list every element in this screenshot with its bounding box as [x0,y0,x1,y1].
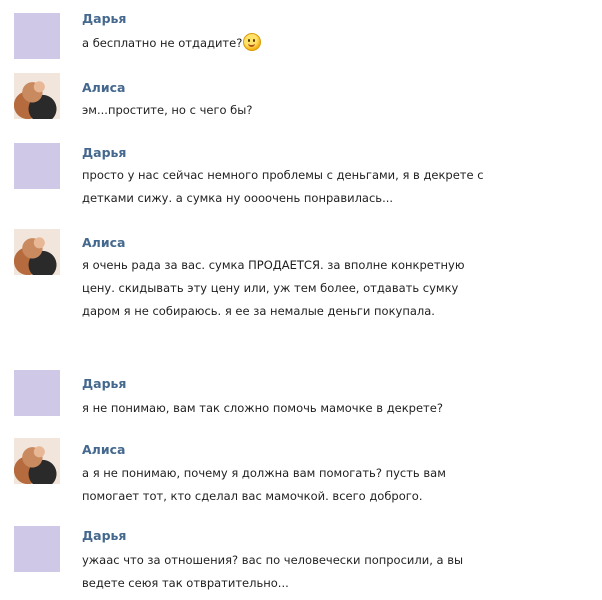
message-author[interactable]: Дарья [82,145,126,160]
message-author[interactable]: Алиса [82,442,125,457]
message-author[interactable]: Алиса [82,80,125,95]
avatar[interactable] [14,438,60,484]
message-line: просто у нас сейчас немного проблемы с д… [82,168,484,182]
message-line: а я не понимаю, почему я должна вам помо… [82,466,446,480]
message-text: просто у нас сейчас немного проблемы с д… [82,164,484,210]
message-line: а бесплатно не отдадите? [82,36,243,50]
message-line: эм...простите, но с чего бы? [82,103,253,117]
avatar[interactable] [14,526,60,572]
message-line: я не понимаю, вам так сложно помочь мамо… [82,401,443,415]
avatar[interactable] [14,143,60,189]
message-text: эм...простите, но с чего бы? [82,99,252,122]
message-author[interactable]: Дарья [82,11,126,26]
avatar[interactable] [14,370,60,416]
message-line: я очень рада за вас. сумка ПРОДАЕТСЯ. за… [82,258,465,272]
avatar[interactable] [14,229,60,275]
message-line: помогает тот, кто сделал вас мамочкой. в… [82,489,423,503]
message-line: ведете сеюя так отвратительно... [82,576,289,590]
smiling-face-icon [243,33,262,51]
message-author[interactable]: Дарья [82,376,126,391]
message-author[interactable]: Дарья [82,528,126,543]
message-text: я очень рада за вас. сумка ПРОДАЕТСЯ. за… [82,254,465,323]
message-text: а я не понимаю, почему я должна вам помо… [82,462,446,508]
message-line: детками сижу. а сумка ну оооочень понрав… [82,191,394,205]
avatar[interactable] [14,73,60,119]
avatar[interactable] [14,13,60,59]
message-line: цену. скидывать эту цену или, уж тем бол… [82,281,459,295]
message-text: а бесплатно не отдадите? [82,32,262,55]
message-line: даром я не собираюсь. я ее за немалые де… [82,304,435,318]
message-text: ужаас что за отношения? вас по человечес… [82,549,463,595]
message-text: я не понимаю, вам так сложно помочь мамо… [82,397,443,420]
message-author[interactable]: Алиса [82,235,125,250]
message-line: ужаас что за отношения? вас по человечес… [82,553,464,567]
